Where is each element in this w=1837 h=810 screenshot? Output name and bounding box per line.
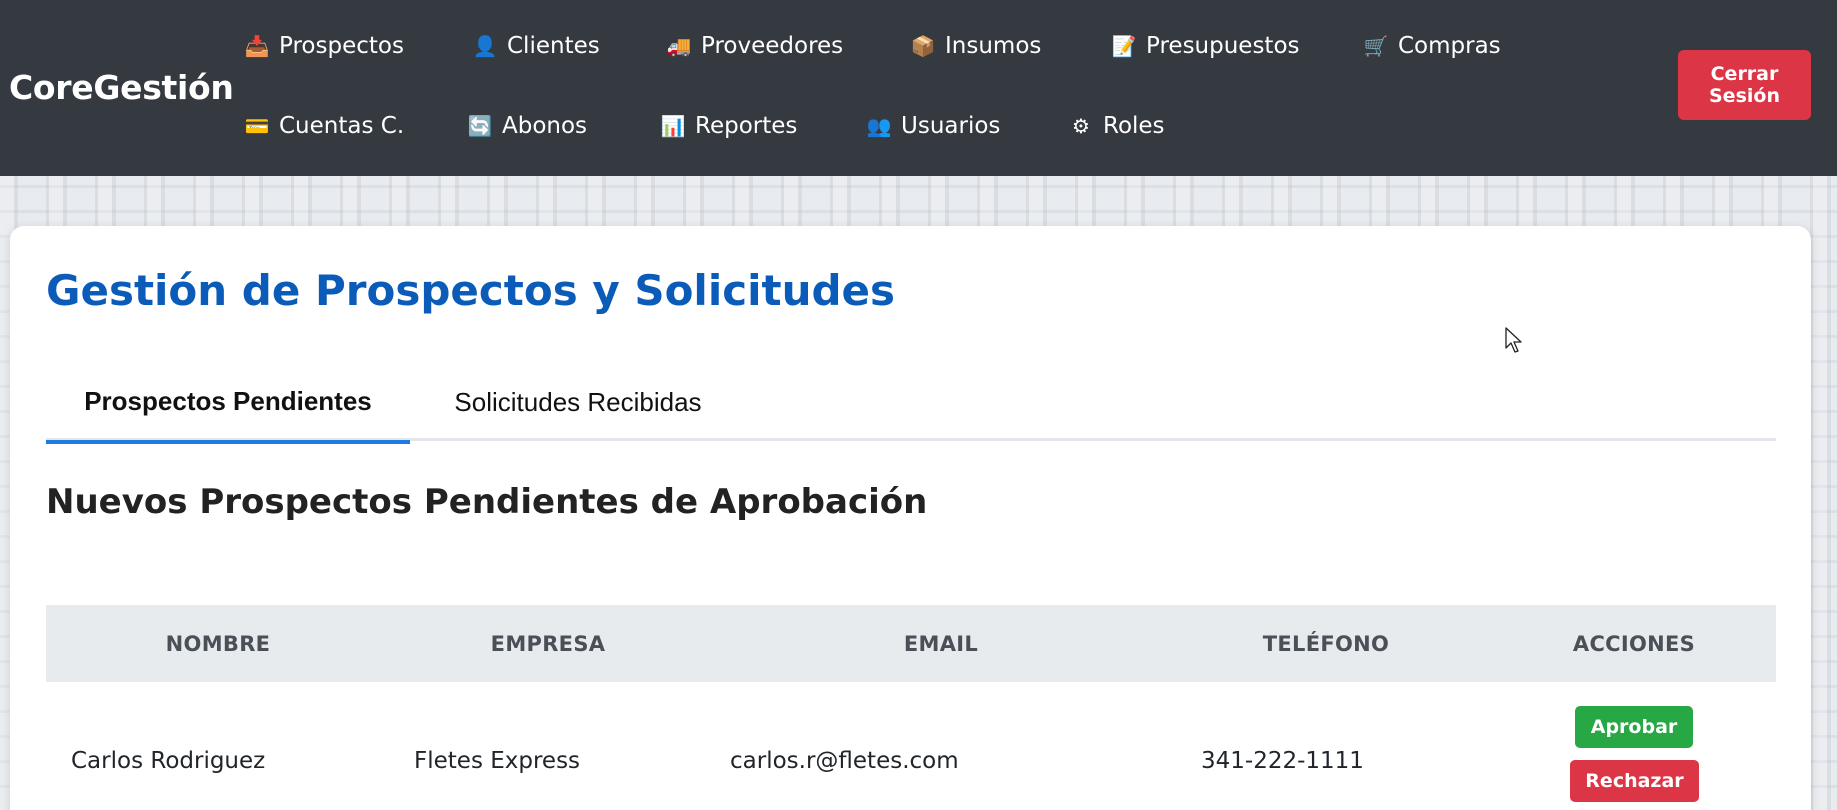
page-title: Gestión de Prospectos y Solicitudes — [46, 266, 896, 315]
column-header-email: EMAIL — [903, 632, 979, 656]
cell-nombre: Carlos Rodriguez — [71, 748, 266, 774]
nav-item-label: Usuarios — [901, 113, 1001, 139]
tab-prospectos-pendientes[interactable]: Prospectos Pendientes — [46, 363, 410, 444]
package-icon: 📦 — [910, 34, 936, 58]
nav-item-cuentas[interactable]: 💳 Cuentas C. — [244, 113, 405, 139]
logout-label: Cerrar Sesión — [1709, 63, 1780, 107]
nav-item-label: Clientes — [507, 33, 600, 59]
nav-item-label: Proveedores — [701, 33, 844, 59]
column-header-empresa: EMPRESA — [490, 632, 606, 656]
reject-button[interactable]: Rechazar — [1570, 760, 1699, 802]
nav-item-label: Prospectos — [279, 33, 404, 59]
section-title: Nuevos Prospectos Pendientes de Aprobaci… — [46, 482, 928, 522]
truck-icon: 🚚 — [666, 34, 692, 58]
approve-button[interactable]: Aprobar — [1575, 706, 1693, 748]
nav-item-prospectos[interactable]: 📥 Prospectos — [245, 33, 404, 59]
bar-chart-icon: 📊 — [660, 114, 686, 138]
refresh-icon: 🔄 — [467, 114, 493, 138]
credit-card-icon: 💳 — [244, 114, 270, 138]
users-icon: 👥 — [866, 114, 892, 138]
nav-item-usuarios[interactable]: 👥 Usuarios — [866, 113, 1001, 139]
nav-item-label: Roles — [1103, 113, 1165, 139]
gear-icon: ⚙ — [1072, 114, 1090, 138]
nav-item-label: Insumos — [945, 33, 1042, 59]
nav-item-label: Compras — [1398, 33, 1501, 59]
cell-email: carlos.r@fletes.com — [730, 748, 959, 774]
nav-item-label: Abonos — [502, 113, 588, 139]
cell-telefono: 341-222-1111 — [1201, 748, 1364, 774]
logout-button[interactable]: Cerrar Sesión — [1678, 50, 1811, 120]
nav-item-label: Reportes — [695, 113, 798, 139]
top-navbar: CoreGestión 📥 Prospectos 👤 Clientes 🚚 Pr… — [0, 0, 1837, 176]
cart-icon: 🛒 — [1363, 34, 1389, 58]
nav-item-reportes[interactable]: 📊 Reportes — [660, 113, 798, 139]
nav-item-abonos[interactable]: 🔄 Abonos — [467, 113, 588, 139]
inbox-tray-icon: 📥 — [244, 34, 270, 58]
nav-item-clientes[interactable]: 👤 Clientes — [473, 33, 600, 59]
table-row: Carlos Rodriguez Fletes Express carlos.r… — [46, 682, 1776, 810]
column-header-acciones: ACCIONES — [1572, 632, 1696, 656]
tab-solicitudes-recibidas[interactable]: Solicitudes Recibidas — [410, 363, 746, 441]
nav-item-label: Presupuestos — [1146, 33, 1300, 59]
nav-item-roles[interactable]: ⚙ Roles — [1069, 113, 1165, 139]
nav-item-insumos[interactable]: 📦 Insumos — [910, 33, 1042, 59]
prospects-table: NOMBRE EMPRESA EMAIL TELÉFONO ACCIONES C… — [46, 605, 1776, 802]
mouse-cursor-icon — [1505, 327, 1522, 353]
column-header-nombre: NOMBRE — [165, 632, 271, 656]
person-icon: 👤 — [472, 34, 498, 58]
nav-item-label: Cuentas C. — [279, 113, 405, 139]
brand-logo[interactable]: CoreGestión — [9, 68, 234, 107]
nav-item-proveedores[interactable]: 🚚 Proveedores — [666, 33, 844, 59]
table-header: NOMBRE EMPRESA EMAIL TELÉFONO ACCIONES — [46, 605, 1776, 682]
column-header-telefono: TELÉFONO — [1262, 632, 1390, 656]
cell-empresa: Fletes Express — [414, 748, 581, 774]
nav-item-compras[interactable]: 🛒 Compras — [1364, 33, 1501, 59]
memo-icon: 📝 — [1111, 34, 1137, 58]
nav-item-presupuestos[interactable]: 📝 Presupuestos — [1112, 33, 1300, 59]
main-card: Gestión de Prospectos y Solicitudes Pros… — [10, 226, 1811, 810]
tab-bar: Prospectos Pendientes Solicitudes Recibi… — [46, 363, 1776, 444]
